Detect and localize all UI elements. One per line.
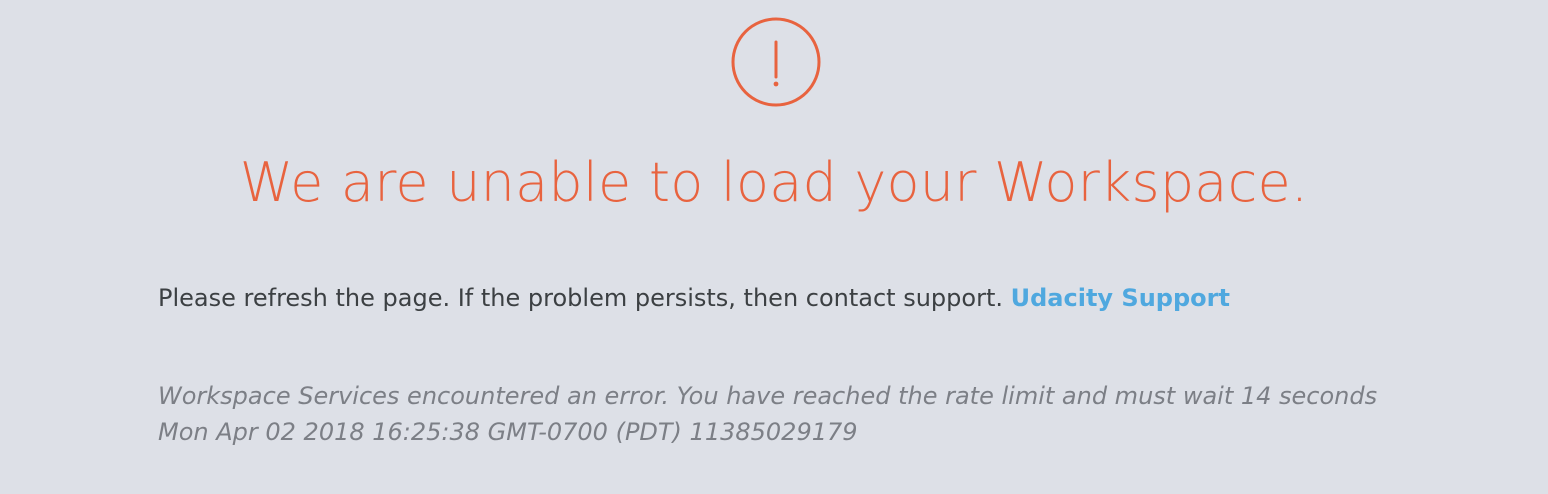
refresh-instruction: Please refresh the page. If the problem … — [158, 284, 1011, 312]
exclamation-circle-icon — [731, 17, 821, 107]
udacity-support-link[interactable]: Udacity Support — [1011, 284, 1230, 312]
error-timestamp-line: Mon Apr 02 2018 16:25:38 GMT-0700 (PDT) … — [158, 418, 858, 446]
error-details: Workspace Services encountered an error.… — [158, 378, 1377, 450]
error-headline: We are unable to load your Workspace. — [239, 151, 1309, 214]
error-message: Please refresh the page. If the problem … — [158, 283, 1230, 313]
error-detail-line: Workspace Services encountered an error.… — [158, 382, 1378, 410]
